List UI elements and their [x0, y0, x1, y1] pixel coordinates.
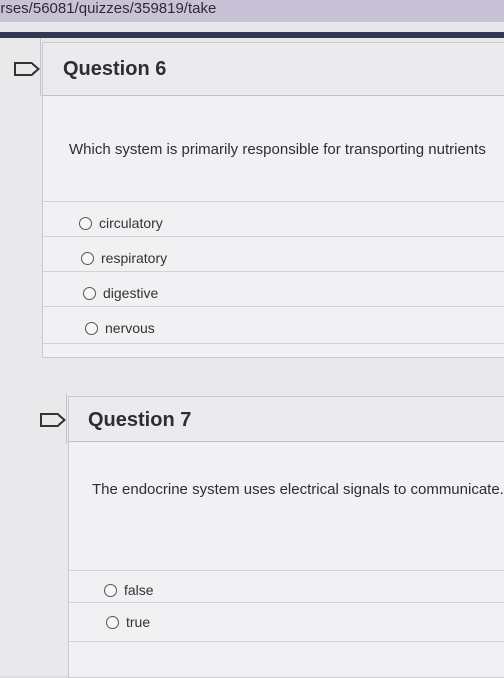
answer-label[interactable]: true	[126, 614, 150, 630]
answer-label[interactable]: respiratory	[101, 250, 167, 266]
browser-divider	[0, 22, 504, 32]
answer-option[interactable]: false	[69, 570, 504, 605]
radio-button[interactable]	[104, 584, 117, 597]
question-text: Which system is primarily responsible fo…	[69, 141, 486, 158]
question-card-7: Question 7 The endocrine system uses ele…	[68, 396, 504, 678]
flag-question-icon[interactable]	[14, 62, 40, 76]
answer-label[interactable]: digestive	[103, 285, 158, 301]
answer-label[interactable]: false	[124, 582, 154, 598]
answer-label[interactable]: circulatory	[99, 215, 163, 231]
answer-label[interactable]: nervous	[105, 320, 155, 336]
answer-option[interactable]: respiratory	[43, 236, 504, 271]
radio-button[interactable]	[83, 287, 96, 300]
url-text: urses/56081/quizzes/359819/take	[0, 0, 217, 17]
quiz-page: Question 6 Which system is primarily res…	[0, 38, 504, 678]
question-card-6: Question 6 Which system is primarily res…	[42, 42, 504, 358]
answer-option[interactable]: digestive	[43, 271, 504, 306]
flag-question-icon[interactable]	[40, 413, 66, 427]
question-header: Question 7	[69, 397, 504, 442]
radio-button[interactable]	[81, 252, 94, 265]
question-header: Question 6	[43, 43, 504, 96]
radio-button[interactable]	[79, 217, 92, 230]
radio-button[interactable]	[106, 616, 119, 629]
answer-option[interactable]: true	[69, 602, 504, 642]
answer-option[interactable]: circulatory	[43, 201, 504, 236]
question-title: Question 7	[88, 409, 192, 431]
address-bar[interactable]: urses/56081/quizzes/359819/take	[0, 0, 504, 22]
left-divider	[40, 38, 41, 96]
radio-button[interactable]	[85, 322, 98, 335]
question-title: Question 6	[63, 58, 167, 80]
question-text: The endocrine system uses electrical sig…	[92, 481, 504, 498]
answer-option[interactable]: nervous	[43, 306, 504, 344]
left-divider	[66, 394, 67, 444]
